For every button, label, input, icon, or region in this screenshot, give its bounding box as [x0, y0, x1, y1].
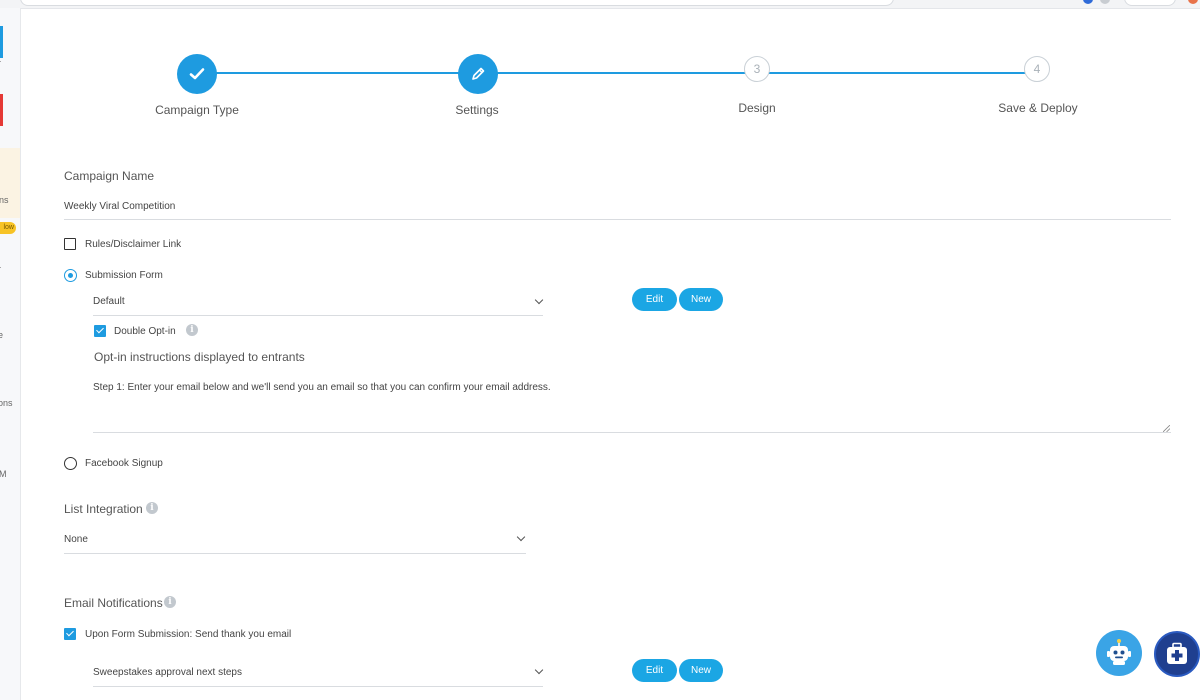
sidebar-badge: low: [0, 222, 16, 234]
optin-instructions-textarea[interactable]: Step 1: Enter your email below and we'll…: [93, 378, 1171, 433]
sidebar-alert-indicator: [0, 94, 3, 126]
step-circle-design[interactable]: 3: [744, 56, 770, 82]
step-circle-campaign-type[interactable]: [177, 54, 217, 94]
upon-submission-label: Upon Form Submission: Send thank you ema…: [85, 629, 292, 640]
sidebar-item-highlight[interactable]: [0, 148, 20, 218]
email-notifications-label: Email Notifications: [64, 596, 163, 610]
double-optin-checkbox[interactable]: [94, 325, 106, 337]
check-icon: [189, 68, 205, 80]
robot-icon: [1107, 639, 1131, 665]
facebook-signup-label: Facebook Signup: [85, 458, 163, 469]
rules-label: Rules/Disclaimer Link: [85, 239, 182, 250]
campaign-name-input[interactable]: Weekly Viral Competition: [64, 201, 175, 212]
extension-icon[interactable]: [1188, 0, 1198, 4]
extension-icon[interactable]: [1100, 0, 1110, 4]
info-icon[interactable]: i: [186, 324, 198, 336]
stepper-track-progress: [478, 72, 758, 74]
campaign-name-underline: [64, 219, 1171, 220]
optin-instructions-title: Opt-in instructions displayed to entrant…: [94, 350, 305, 364]
chevron-down-icon[interactable]: [516, 532, 526, 542]
step-label-settings[interactable]: Settings: [387, 103, 567, 117]
step-label-design[interactable]: Design: [667, 101, 847, 115]
email-template-select[interactable]: Sweepstakes approval next steps: [93, 667, 242, 678]
facebook-signup-radio[interactable]: [64, 457, 77, 470]
extension-icon[interactable]: [1083, 0, 1093, 4]
new-form-button[interactable]: New: [679, 288, 723, 311]
double-optin-label: Double Opt-in: [114, 326, 176, 337]
sidebar-item-label[interactable]: M: [0, 469, 7, 479]
sidebar-item-label[interactable]: e: [0, 330, 3, 340]
medical-kit-icon: [1167, 642, 1187, 664]
step-number: 4: [1033, 62, 1041, 76]
step-label-campaign-type[interactable]: Campaign Type: [107, 103, 287, 117]
rules-checkbox[interactable]: [64, 238, 76, 250]
sidebar-item-label[interactable]: r: [0, 264, 1, 274]
sidebar-item-label[interactable]: ons: [0, 398, 13, 408]
step-number: 3: [753, 62, 761, 76]
email-template-underline: [93, 686, 543, 687]
chevron-down-icon[interactable]: [534, 665, 544, 675]
resize-handle-icon[interactable]: [1163, 425, 1170, 432]
submission-form-underline: [93, 315, 543, 316]
campaign-name-label: Campaign Name: [64, 169, 155, 183]
edit-form-button[interactable]: Edit: [632, 288, 677, 311]
chevron-down-icon[interactable]: [534, 295, 544, 305]
pencil-icon: [472, 67, 485, 80]
edit-email-button[interactable]: Edit: [632, 659, 677, 682]
address-bar[interactable]: [20, 0, 894, 6]
list-integration-label: List Integration: [64, 502, 143, 516]
step-label-save-deploy[interactable]: Save & Deploy: [948, 101, 1128, 115]
help-button[interactable]: [1154, 631, 1200, 677]
profile-button[interactable]: [1124, 0, 1176, 6]
list-integration-underline: [64, 553, 526, 554]
list-integration-select[interactable]: None: [64, 534, 88, 545]
stepper-track-complete: [197, 72, 478, 74]
browser-toolbar: [0, 0, 1200, 9]
info-icon[interactable]: i: [164, 596, 176, 608]
sidebar-item-label[interactable]: r: [0, 58, 1, 68]
submission-form-radio[interactable]: [64, 269, 77, 282]
new-email-button[interactable]: New: [679, 659, 723, 682]
sidebar: r ns low r e ons M: [0, 8, 21, 700]
stepper-track-progress: [758, 72, 1038, 74]
sidebar-item-label[interactable]: ns: [0, 195, 9, 205]
info-icon[interactable]: i: [146, 502, 158, 514]
step-circle-save-deploy[interactable]: 4: [1024, 56, 1050, 82]
step-circle-settings[interactable]: [458, 54, 498, 94]
submission-form-label: Submission Form: [85, 270, 163, 281]
chatbot-button[interactable]: [1096, 630, 1142, 676]
upon-submission-checkbox[interactable]: [64, 628, 76, 640]
sidebar-active-indicator: [0, 26, 3, 58]
submission-form-select[interactable]: Default: [93, 296, 125, 307]
